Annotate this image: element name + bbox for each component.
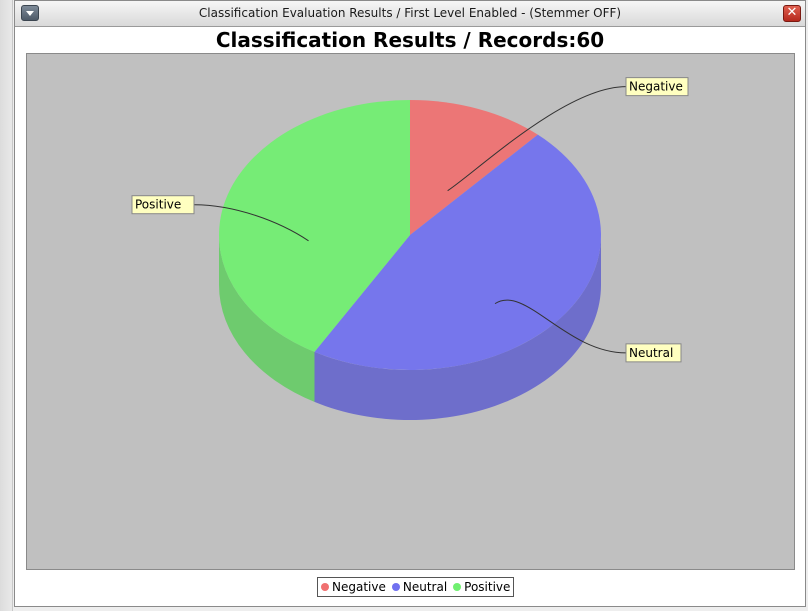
pie-chart: Negative Neutral Positive bbox=[131, 77, 689, 420]
legend-swatch bbox=[321, 583, 329, 591]
results-window: Classification Evaluation Results / Firs… bbox=[14, 0, 806, 607]
legend-label: Neutral bbox=[402, 580, 448, 594]
legend-item-neutral: Neutral bbox=[391, 580, 448, 594]
close-icon[interactable]: ✕ bbox=[783, 5, 801, 22]
desktop-edge bbox=[0, 0, 13, 611]
chart-legend: Negative Neutral Positive bbox=[317, 577, 515, 597]
legend-swatch bbox=[391, 583, 400, 591]
slice-label-positive: Positive bbox=[135, 198, 181, 212]
window-titlebar[interactable]: Classification Evaluation Results / Firs… bbox=[15, 1, 805, 27]
legend-label: Positive bbox=[464, 580, 511, 594]
legend-label: Negative bbox=[332, 580, 386, 594]
window-title: Classification Evaluation Results / Firs… bbox=[198, 6, 622, 20]
legend-swatch bbox=[453, 583, 462, 591]
legend-item-negative: Negative bbox=[321, 580, 386, 594]
legend-item-positive: Positive bbox=[453, 580, 510, 594]
slice-label-negative: Negative bbox=[629, 80, 683, 94]
chart-title: Classification Results / Records:60 bbox=[215, 28, 605, 52]
plot-area: Negative Neutral Positive bbox=[26, 53, 795, 570]
slice-label-neutral: Neutral bbox=[629, 346, 673, 360]
